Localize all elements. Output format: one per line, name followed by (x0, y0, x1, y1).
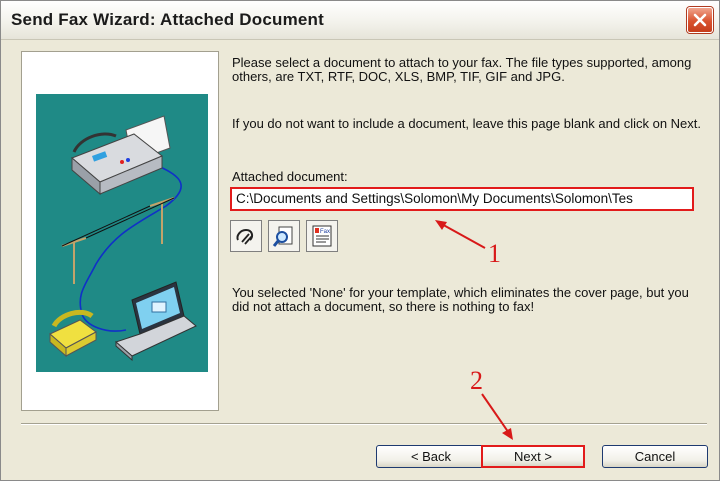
warning-text: You selected 'None' for your template, w… (232, 285, 689, 314)
blank-page-hint: If you do not want to include a document… (232, 116, 702, 131)
back-button[interactable]: < Back (376, 445, 486, 468)
attach-icon (236, 228, 254, 245)
close-button[interactable] (687, 7, 713, 33)
fax-icon: Fax (312, 225, 332, 247)
attach-button[interactable] (230, 220, 262, 252)
fax-button[interactable]: Fax (306, 220, 338, 252)
attached-document-label: Attached document: (232, 169, 348, 184)
callout-2-label: 2 (470, 366, 483, 395)
preview-icon (272, 226, 293, 247)
fax-machine-icon (71, 115, 171, 196)
title-bar: Send Fax Wizard: Attached Document (1, 1, 719, 40)
instructions-text: Please select a document to attach to yo… (232, 55, 692, 84)
svg-text:Fax: Fax (320, 229, 330, 235)
telephone-icon (49, 309, 97, 358)
preview-button[interactable] (268, 220, 300, 252)
laptop-icon (115, 281, 197, 362)
fax-illustration (36, 94, 208, 372)
window-title: Send Fax Wizard: Attached Document (11, 10, 324, 29)
wizard-image-panel (21, 51, 219, 411)
send-fax-wizard-window: Send Fax Wizard: Attached Document Pleas… (0, 0, 720, 481)
attached-document-field[interactable]: C:\Documents and Settings\Solomon\My Doc… (230, 187, 694, 211)
callout-1-label: 1 (488, 239, 501, 268)
footer-separator (21, 423, 707, 425)
close-icon (693, 13, 707, 27)
cancel-button[interactable]: Cancel (602, 445, 708, 468)
next-button[interactable]: Next > (481, 445, 585, 468)
